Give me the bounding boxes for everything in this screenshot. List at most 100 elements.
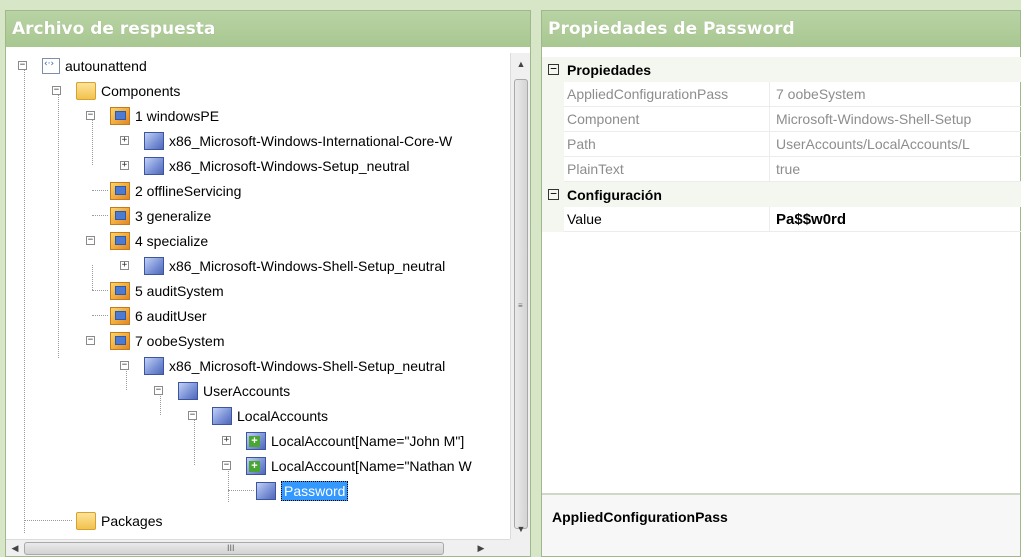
- tree-node-oobesystem[interactable]: − 7 oobeSystem: [86, 328, 225, 353]
- answer-file-tree[interactable]: − autounattend − Components − 1 windowsP…: [6, 53, 511, 540]
- list-item-icon: [246, 431, 266, 450]
- tree-node-packages[interactable]: Packages: [24, 508, 163, 533]
- answer-file-pane-title: Archivo de respuesta: [6, 11, 530, 47]
- category-propiedades[interactable]: − Propiedades: [542, 57, 1021, 82]
- tree-connector: [92, 215, 108, 216]
- collapse-toggle[interactable]: −: [86, 236, 95, 245]
- answer-file-pane: Archivo de respuesta − autounattend − Co…: [5, 10, 531, 557]
- row-gutter: [542, 81, 564, 107]
- tree-connector: [92, 290, 108, 291]
- tree-node-generalize[interactable]: 3 generalize: [86, 203, 211, 228]
- tree-node-label: 2 offlineServicing: [135, 182, 242, 199]
- expand-toggle[interactable]: +: [120, 261, 129, 270]
- scroll-down-arrow-icon[interactable]: ▼: [511, 520, 531, 538]
- tree-node-useraccounts[interactable]: − UserAccounts: [154, 378, 290, 403]
- tree-node-label: x86_Microsoft-Windows-Setup_neutral: [169, 157, 410, 174]
- property-key: PlainText: [564, 156, 770, 182]
- scroll-left-arrow-icon[interactable]: ◀: [6, 540, 24, 557]
- folder-icon: [76, 81, 96, 100]
- property-row-component[interactable]: Component Microsoft-Windows-Shell-Setup: [542, 106, 1021, 132]
- tree-node-autounattend[interactable]: − autounattend: [18, 53, 147, 78]
- tree-vertical-scrollbar[interactable]: ▲ ≡ ▼: [510, 53, 530, 540]
- tree-node-label: x86_Microsoft-Windows-International-Core…: [169, 132, 453, 149]
- tree-node-components[interactable]: − Components: [52, 78, 180, 103]
- tree-node-windowspe[interactable]: − 1 windowsPE: [86, 103, 219, 128]
- tree-node-password[interactable]: Password: [228, 478, 349, 503]
- tree-connector: [24, 520, 72, 521]
- property-row-value[interactable]: Value Pa$$w0rd: [542, 206, 1021, 232]
- tree-node-localaccount-john[interactable]: + LocalAccount[Name="John M"]: [222, 428, 464, 453]
- property-value: true: [776, 160, 801, 177]
- property-description-title: AppliedConfigurationPass: [552, 509, 728, 525]
- configuration-pass-icon: [110, 206, 130, 225]
- tree-connector: [92, 315, 108, 316]
- row-gutter: [542, 106, 564, 132]
- property-key: Component: [564, 106, 770, 132]
- property-description-panel: AppliedConfigurationPass: [542, 493, 1020, 556]
- property-key: Value: [564, 206, 770, 232]
- property-value: Microsoft-Windows-Shell-Setup: [776, 110, 972, 127]
- component-icon: [144, 156, 164, 175]
- tree-node-label: 3 generalize: [135, 207, 212, 224]
- component-icon: [212, 406, 232, 425]
- property-row-plaintext[interactable]: PlainText true: [542, 156, 1021, 182]
- collapse-toggle[interactable]: −: [188, 411, 197, 420]
- category-label: Configuración: [567, 186, 662, 203]
- tree-node-offlineservicing[interactable]: 2 offlineServicing: [86, 178, 241, 203]
- row-gutter: [542, 206, 564, 232]
- row-gutter: [542, 131, 564, 157]
- scrollbar-corner: [510, 539, 530, 556]
- collapse-toggle[interactable]: −: [18, 61, 27, 70]
- scroll-right-arrow-icon[interactable]: ▶: [472, 540, 490, 557]
- tree-node-international-core[interactable]: + x86_Microsoft-Windows-International-Co…: [120, 128, 452, 153]
- tree-node-label: 1 windowsPE: [135, 107, 220, 124]
- collapse-toggle[interactable]: −: [154, 386, 163, 395]
- collapse-toggle[interactable]: −: [222, 461, 231, 470]
- expand-toggle[interactable]: +: [120, 136, 129, 145]
- tree-node-label: 7 oobeSystem: [135, 332, 225, 349]
- scroll-grip-icon: III: [227, 543, 235, 553]
- category-label: Propiedades: [567, 61, 652, 78]
- tree-node-setup-neutral[interactable]: + x86_Microsoft-Windows-Setup_neutral: [120, 153, 409, 178]
- tree-node-audituser[interactable]: 6 auditUser: [86, 303, 207, 328]
- tree-connector: [24, 65, 25, 533]
- tree-node-label: autounattend: [65, 57, 147, 74]
- tree-node-localaccounts[interactable]: − LocalAccounts: [188, 403, 328, 428]
- tree-node-shell-setup-specialize[interactable]: + x86_Microsoft-Windows-Shell-Setup_neut…: [120, 253, 445, 278]
- tree-node-label: Packages: [101, 512, 163, 529]
- property-row-appliedconfigurationpass[interactable]: AppliedConfigurationPass 7 oobeSystem: [542, 81, 1021, 107]
- tree-node-label: UserAccounts: [203, 382, 291, 399]
- tree-node-label: x86_Microsoft-Windows-Shell-Setup_neutra…: [169, 357, 446, 374]
- property-value: UserAccounts/LocalAccounts/L: [776, 135, 970, 152]
- collapse-toggle[interactable]: −: [548, 63, 559, 75]
- tree-node-auditsystem[interactable]: 5 auditSystem: [86, 278, 224, 303]
- collapse-toggle[interactable]: −: [86, 111, 95, 120]
- folder-icon: [76, 511, 96, 530]
- tree-node-localaccount-nathan[interactable]: − LocalAccount[Name="Nathan W: [222, 453, 472, 478]
- expand-toggle[interactable]: +: [120, 161, 129, 170]
- component-icon: [144, 356, 164, 375]
- collapse-toggle[interactable]: −: [548, 188, 559, 200]
- tree-connector: [58, 90, 59, 358]
- horizontal-scroll-thumb[interactable]: III: [24, 542, 444, 555]
- collapse-toggle[interactable]: −: [86, 336, 95, 345]
- tree-node-label: 6 auditUser: [135, 307, 207, 324]
- tree-node-specialize[interactable]: − 4 specialize: [86, 228, 208, 253]
- tree-connector: [228, 490, 254, 491]
- component-icon: [144, 256, 164, 275]
- property-value: 7 oobeSystem: [776, 85, 866, 102]
- scroll-grip-icon: ≡: [518, 301, 523, 310]
- vertical-scroll-thumb[interactable]: ≡: [514, 79, 528, 529]
- password-value-field[interactable]: Pa$$w0rd: [770, 207, 1021, 232]
- property-row-path[interactable]: Path UserAccounts/LocalAccounts/L: [542, 131, 1021, 157]
- expand-toggle[interactable]: +: [222, 436, 231, 445]
- scroll-up-arrow-icon[interactable]: ▲: [511, 55, 531, 73]
- tree-horizontal-scrollbar[interactable]: ◀ III ▶: [6, 539, 511, 556]
- tree-connector: [92, 190, 108, 191]
- tree-node-label: 4 specialize: [135, 232, 209, 249]
- category-configuracion[interactable]: − Configuración: [542, 182, 1021, 207]
- collapse-toggle[interactable]: −: [52, 86, 61, 95]
- collapse-toggle[interactable]: −: [120, 361, 129, 370]
- tree-node-shell-setup-oobe[interactable]: − x86_Microsoft-Windows-Shell-Setup_neut…: [120, 353, 445, 378]
- component-icon: [256, 481, 276, 500]
